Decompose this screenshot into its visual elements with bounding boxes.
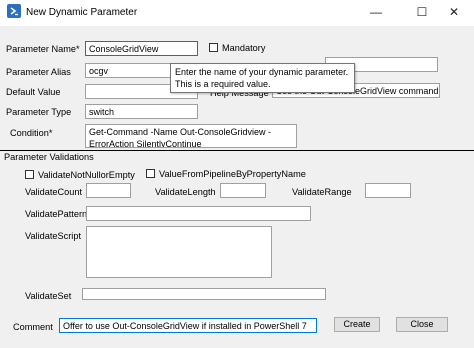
validate-pattern-input[interactable] bbox=[86, 206, 311, 221]
comment-label: Comment bbox=[13, 322, 53, 332]
condition-line-2: ErrorAction SilentlyContinue bbox=[89, 139, 202, 148]
validate-range-label: ValidateRange bbox=[292, 187, 352, 197]
validate-set-label: ValidateSet bbox=[25, 291, 72, 301]
condition-input[interactable]: Get-Command -Name Out-ConsoleGridview - … bbox=[85, 124, 297, 148]
powershell-icon bbox=[7, 4, 21, 18]
comment-input[interactable]: Offer to use Out-ConsoleGridView if inst… bbox=[59, 318, 317, 333]
validate-set-input[interactable] bbox=[82, 288, 326, 300]
close-icon[interactable]: ✕ bbox=[434, 0, 474, 24]
parameter-name-input[interactable]: ConsoleGridView bbox=[85, 41, 198, 56]
parameter-type-input[interactable]: switch bbox=[85, 104, 198, 119]
validate-count-input[interactable] bbox=[86, 183, 131, 198]
validate-not-null-checkbox[interactable] bbox=[25, 170, 34, 179]
close-button[interactable]: Close bbox=[396, 317, 448, 332]
tooltip: Enter the name of your dynamic parameter… bbox=[170, 63, 355, 93]
mandatory-label: Mandatory bbox=[222, 43, 266, 53]
create-button[interactable]: Create bbox=[334, 317, 380, 332]
validate-length-input[interactable] bbox=[220, 183, 266, 198]
parameter-type-label: Parameter Type bbox=[6, 107, 72, 117]
window-title: New Dynamic Parameter bbox=[26, 7, 138, 18]
value-from-pipeline-checkbox[interactable] bbox=[146, 169, 155, 178]
default-value-label: Default Value bbox=[6, 87, 61, 97]
validate-range-input[interactable] bbox=[365, 183, 411, 198]
parameter-alias-label: Parameter Alias bbox=[6, 67, 71, 77]
minimize-icon[interactable]: — bbox=[356, 0, 396, 24]
validate-not-null-label: ValidateNotNullorEmpty bbox=[38, 170, 135, 180]
section-divider bbox=[0, 150, 474, 151]
parameter-validations-label: Parameter Validations bbox=[4, 152, 94, 162]
validate-script-label: ValidateScript bbox=[25, 231, 82, 241]
parameter-name-label: Parameter Name* bbox=[6, 44, 80, 54]
tooltip-line-2: This is a required value. bbox=[175, 79, 271, 89]
mandatory-checkbox[interactable] bbox=[209, 43, 218, 52]
validate-pattern-label: ValidatePattern bbox=[25, 209, 88, 219]
validate-count-label: ValidateCount bbox=[25, 187, 83, 197]
value-from-pipeline-label: ValueFromPipelineByPropertyName bbox=[159, 169, 306, 179]
tooltip-line-1: Enter the name of your dynamic parameter… bbox=[175, 67, 349, 77]
condition-line-1: Get-Command -Name Out-ConsoleGridview - bbox=[89, 127, 272, 137]
condition-label: Condition* bbox=[10, 128, 53, 138]
validate-length-label: ValidateLength bbox=[155, 187, 216, 197]
validate-script-input[interactable] bbox=[86, 226, 272, 278]
